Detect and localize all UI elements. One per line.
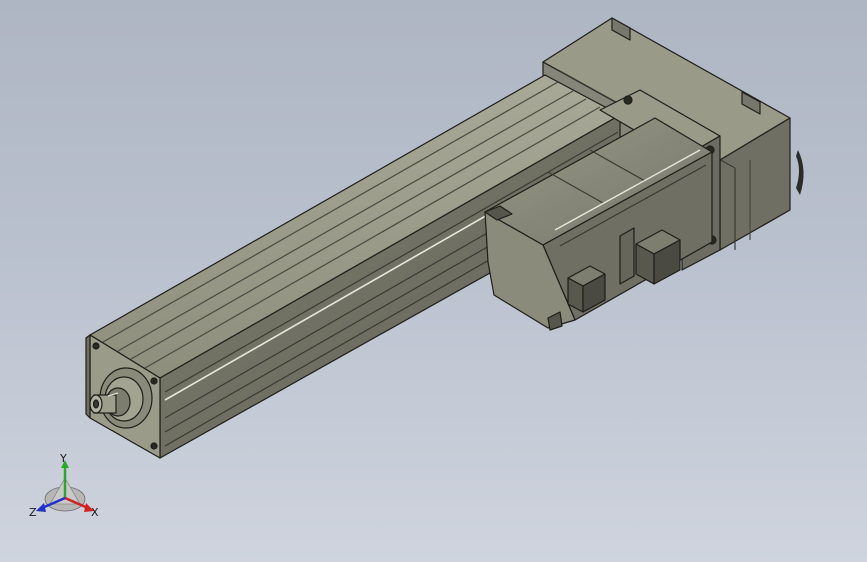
- cad-viewport[interactable]: Y X Z: [0, 0, 867, 562]
- z-axis-head: [36, 503, 46, 512]
- x-axis-label: X: [91, 506, 99, 519]
- y-axis-label: Y: [59, 452, 67, 465]
- z-axis-label: Z: [29, 506, 37, 519]
- housing-shadow-tab: [796, 150, 804, 195]
- cad-scene[interactable]: Y X Z: [0, 0, 867, 562]
- orientation-triad: Y X Z: [29, 452, 99, 519]
